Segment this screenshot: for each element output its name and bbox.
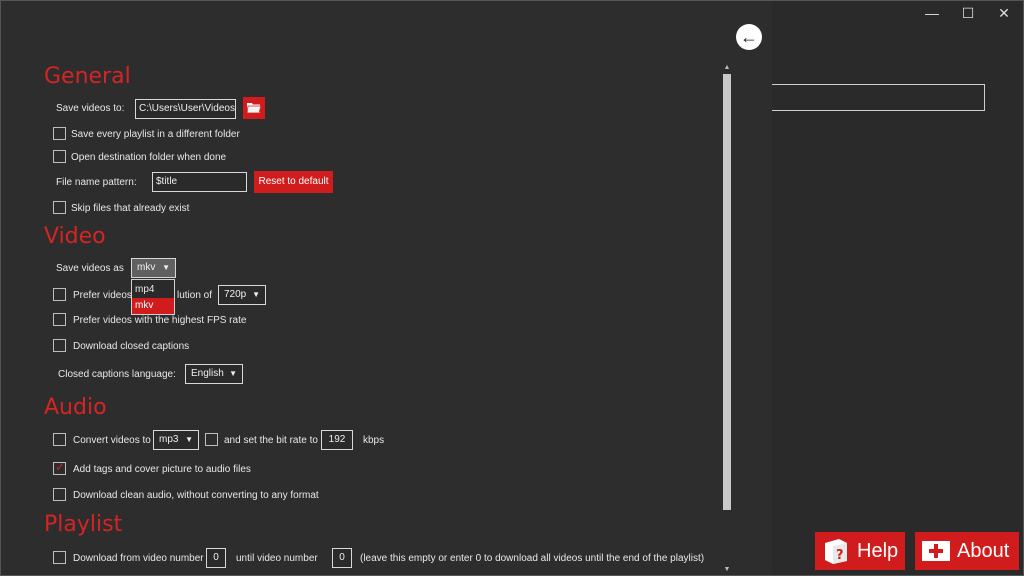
save-as-label: Save videos as <box>56 263 124 274</box>
chevron-down-icon: ▼ <box>185 435 193 444</box>
highest-fps-checkbox[interactable] <box>53 313 66 326</box>
format-select[interactable]: mkv ▼ <box>131 258 176 278</box>
scroll-down-icon[interactable]: ▼ <box>722 565 732 575</box>
audio-format-select[interactable]: mp3 ▼ <box>153 430 199 450</box>
scroll-up-icon[interactable]: ▲ <box>722 63 732 73</box>
skip-existing-label: Skip files that already exist <box>71 203 190 214</box>
bitrate-input[interactable]: 192 <box>321 430 353 450</box>
prefer-resolution-label-end: lution of <box>177 290 213 301</box>
section-title-general: General <box>44 64 131 89</box>
audio-format-value: mp3 <box>159 434 179 445</box>
about-button[interactable]: About <box>915 532 1019 570</box>
prefer-resolution-checkbox[interactable] <box>53 288 66 301</box>
format-option-mp4[interactable]: mp4 <box>132 282 174 298</box>
add-tags-checkbox[interactable] <box>53 460 66 475</box>
playlist-range-checkbox[interactable] <box>53 551 66 564</box>
scrollbar-thumb[interactable] <box>723 74 731 510</box>
every-playlist-checkbox[interactable] <box>53 127 66 140</box>
bitrate-checkbox[interactable] <box>205 433 218 446</box>
bitrate-label: and set the bit rate to <box>224 435 318 446</box>
add-tags-label: Add tags and cover picture to audio file… <box>73 464 251 475</box>
resolution-value: 720p <box>224 289 247 300</box>
section-title-video: Video <box>44 224 106 249</box>
chevron-down-icon: ▼ <box>252 290 260 299</box>
chevron-down-icon: ▼ <box>229 369 237 378</box>
back-arrow-icon[interactable]: ← <box>736 24 762 50</box>
section-title-audio: Audio <box>44 395 107 420</box>
section-title-playlist: Playlist <box>44 512 123 537</box>
every-playlist-label: Save every playlist in a different folde… <box>71 129 240 140</box>
minimize-button[interactable]: — <box>915 2 949 24</box>
about-label: About <box>957 540 1010 562</box>
convert-videos-label: Convert videos to <box>73 435 151 446</box>
svg-text:?: ? <box>836 548 844 563</box>
open-dest-checkbox[interactable] <box>53 150 66 163</box>
playlist-note: (leave this empty or enter 0 to download… <box>360 553 705 564</box>
pattern-input[interactable]: $title <box>152 172 247 192</box>
help-label: Help <box>857 540 899 562</box>
playlist-until-label: until video number <box>236 553 318 564</box>
format-dropdown-list: mp4 mkv <box>131 279 175 315</box>
about-plus-icon <box>922 541 950 561</box>
help-book-icon: ? <box>825 539 847 564</box>
highest-fps-label: Prefer videos with the highest FPS rate <box>73 315 247 326</box>
captions-language-value: English <box>191 368 224 379</box>
clean-audio-label: Download clean audio, without converting… <box>73 490 319 501</box>
pattern-label: File name pattern: <box>56 177 137 188</box>
convert-videos-checkbox[interactable] <box>53 433 66 446</box>
folder-icon <box>247 103 261 113</box>
format-option-mkv[interactable]: mkv <box>132 298 174 314</box>
playlist-until-input[interactable]: 0 <box>332 548 352 568</box>
playlist-from-label: Download from video number <box>73 553 204 564</box>
playlist-from-input[interactable]: 0 <box>206 548 226 568</box>
bitrate-unit: kbps <box>363 435 385 446</box>
folder-button[interactable] <box>243 97 265 119</box>
captions-language-label: Closed captions language: <box>58 369 176 380</box>
captions-language-select[interactable]: English ▼ <box>185 364 243 384</box>
save-videos-label: Save videos to: <box>56 103 125 114</box>
resolution-select[interactable]: 720p ▼ <box>218 285 266 305</box>
maximize-button[interactable]: ☐ <box>951 2 985 24</box>
clean-audio-checkbox[interactable] <box>53 488 66 501</box>
format-value: mkv <box>137 262 156 273</box>
help-button[interactable]: ? Help <box>815 532 905 570</box>
prefer-resolution-label: Prefer videos <box>73 290 132 301</box>
chevron-down-icon: ▼ <box>162 263 170 272</box>
close-button[interactable]: ✕ <box>987 2 1021 24</box>
closed-captions-label: Download closed captions <box>73 341 190 352</box>
skip-existing-checkbox[interactable] <box>53 201 66 214</box>
url-input[interactable] <box>772 84 985 111</box>
closed-captions-checkbox[interactable] <box>53 339 66 352</box>
open-dest-label: Open destination folder when done <box>71 152 227 163</box>
save-path-input[interactable]: C:\Users\User\Videos <box>135 99 236 119</box>
reset-default-button[interactable]: Reset to default <box>254 171 333 193</box>
